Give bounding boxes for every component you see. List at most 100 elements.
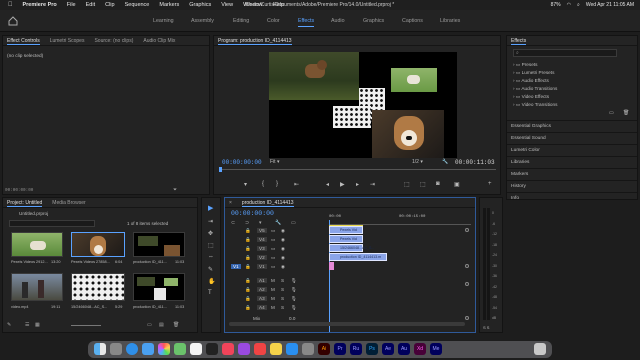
calendar-icon[interactable] [190,343,202,355]
mic-icon[interactable]: 🎙 [291,305,297,311]
timeline-clip[interactable]: Pexels Vid [329,226,363,234]
project-search-input[interactable] [9,220,95,227]
news-icon[interactable] [254,343,266,355]
clock[interactable]: Wed Apr 21 11:05 AM [586,2,634,8]
workspace-editing[interactable]: Editing [233,18,249,24]
mix-value[interactable]: 0.0 [289,316,295,321]
type-tool-icon[interactable]: T [208,290,212,296]
selection-tool-icon[interactable]: ▶ [208,204,213,212]
project-item-thumbnail[interactable] [133,232,185,257]
razor-icon[interactable]: ⬚ [208,242,214,249]
menu-markers[interactable]: Markers [159,2,179,8]
app-menu[interactable]: Premiere Pro [23,2,57,8]
mark-in-icon[interactable]: { [262,181,264,187]
close-tab-icon[interactable]: × [229,200,232,206]
tab-effects[interactable]: Effects [511,37,527,45]
tab-media-browser[interactable]: Media Browser [52,200,85,206]
mic-icon[interactable]: 🎙 [291,287,297,293]
ae-icon[interactable]: Ae [382,343,394,355]
tab-sequence[interactable]: production ID_4114413 [241,199,294,207]
mute-button[interactable]: M [271,278,275,283]
menu-file[interactable]: File [67,2,76,8]
settings-icon[interactable]: 🔧 [442,159,448,165]
settings-icon[interactable] [302,343,314,355]
track-lock-icon[interactable]: 🔒 [245,237,251,243]
track-lock-icon[interactable]: 🔒 [245,228,251,234]
sync-lock-icon[interactable]: ▭ [271,264,275,270]
home-icon[interactable] [8,16,18,26]
program-video-frame[interactable] [269,52,457,158]
slip-tool-icon[interactable]: ⇔ [208,254,214,260]
project-item-thumbnail[interactable] [11,232,63,257]
lift-icon[interactable]: ⬚ [404,181,410,188]
project-item-thumbnail[interactable] [11,273,63,301]
track-label[interactable]: V4 [257,237,267,242]
effects-folder-presets[interactable]: › ▭ Presets [513,62,633,70]
pencil-icon[interactable]: ✎ [7,322,11,328]
safari-icon[interactable] [126,343,138,355]
track-lock-icon[interactable]: 🔒 [245,287,251,293]
source-timecode[interactable]: 00:00:00:00 [5,188,33,193]
trash-icon[interactable] [534,343,546,355]
panel-essential-sound[interactable]: Essential Sound [507,132,637,144]
appstore-icon[interactable] [286,343,298,355]
workspace-effects[interactable]: Effects [298,18,315,27]
workspace-graphics[interactable]: Graphics [363,18,384,24]
panel-markers[interactable]: Markers [507,168,637,180]
pr-icon[interactable]: Pr [334,343,346,355]
panel-libraries[interactable]: Libraries [507,156,637,168]
fit-dropdown[interactable]: Fit ▾ [270,159,279,165]
maps-icon[interactable] [174,343,186,355]
button-editor-icon[interactable]: + [488,181,492,187]
mute-button[interactable]: M [271,287,275,292]
track-label[interactable]: A3 [257,296,267,301]
effects-folder-video-transitions[interactable]: › ▭ Video Transitions [513,102,633,110]
finder-icon[interactable] [94,343,106,355]
workspace-libraries[interactable]: Libraries [440,18,460,24]
track-scroll-knob[interactable] [465,228,469,232]
ai-icon[interactable]: Ai [318,343,330,355]
project-item-thumbnail[interactable] [133,273,185,301]
tab-source[interactable]: Source: (no clips) [94,38,133,44]
go-to-out-icon[interactable]: ⇥ [370,181,375,188]
extract-icon[interactable]: ⬚ [420,181,426,188]
eye-icon[interactable]: ◉ [281,228,285,234]
menu-edit[interactable]: Edit [86,2,95,8]
pen-tool-icon[interactable]: ✎ [208,266,213,273]
apple-icon[interactable]:  [8,2,13,8]
podcasts-icon[interactable] [238,343,250,355]
effects-search-input[interactable]: ⌕ [513,49,617,57]
resolution-dropdown[interactable]: 1/2 ▾ [412,159,423,165]
premiere-rush-icon[interactable]: Ru [350,343,362,355]
search-icon[interactable]: ⌕ [577,2,580,8]
track-lock-icon[interactable]: 🔒 [245,296,251,302]
export-frame-icon[interactable]: ◙ [436,181,440,187]
workspace-audio[interactable]: Audio [331,18,345,24]
program-scrubber[interactable] [220,169,496,170]
track-lock-icon[interactable]: 🔒 [245,255,251,261]
tab-project[interactable]: Project: Untitled [7,199,43,207]
delete-icon[interactable]: 🗑 [173,322,179,328]
menu-clip[interactable]: Clip [105,2,114,8]
timeline-timecode[interactable]: 00:00:00:00 [231,210,274,217]
au-icon[interactable]: Au [398,343,410,355]
program-timecode[interactable]: 00:00:00:00 [222,159,262,166]
solo-button[interactable]: S [281,278,284,283]
appletv-icon[interactable] [206,343,218,355]
comparison-view-icon[interactable]: ▣ [454,181,460,188]
solo-button[interactable]: S [281,287,284,292]
timeline-clip[interactable]: production ID_4114413.m [329,253,387,261]
solo-button[interactable]: S [281,296,284,301]
eye-icon[interactable]: ◉ [281,264,285,270]
solo-buttons[interactable]: S S [483,325,489,330]
sync-lock-icon[interactable]: ▭ [271,246,275,252]
new-bin-icon[interactable]: ▭ [147,322,152,328]
panel-lumetri-color[interactable]: Lumetri Color [507,144,637,156]
mail-icon[interactable] [142,343,154,355]
project-item-thumbnail[interactable] [71,273,125,301]
track-lock-icon[interactable]: 🔒 [245,305,251,311]
mic-icon[interactable]: 🎙 [291,278,297,284]
workspace-assembly[interactable]: Assembly [191,18,214,24]
battery-text[interactable]: 87% [551,2,561,8]
workspace-captions[interactable]: Captions [402,18,423,24]
